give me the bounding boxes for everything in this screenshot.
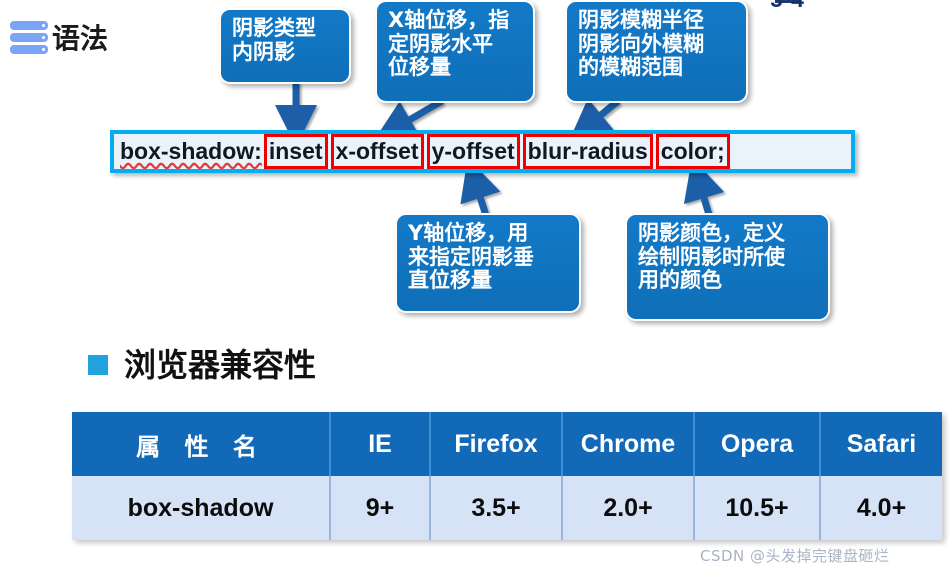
syntax-bar: box-shadow: inset x-offset y-offset blur… [110, 130, 855, 173]
token-color: color; [655, 134, 730, 169]
callout-x-offset: X轴位移，指 定阴影水平 位移量 [375, 0, 535, 103]
slide-canvas: 5 4 语法 阴影类型 内阴影 [0, 0, 950, 569]
compatibility-heading: 浏览器兼容性 [88, 349, 316, 381]
th-ie: IE [331, 412, 431, 476]
callout-blur-radius: 阴影模糊半径 阴影向外模糊 的模糊范围 [565, 0, 748, 103]
square-bullet-icon [88, 355, 108, 375]
table-row: box-shadow 9+ 3.5+ 2.0+ 10.5+ 4.0+ [72, 476, 942, 540]
table-header-row: 属 性 名 IE Firefox Chrome Opera Safari [72, 412, 942, 476]
cell-property: box-shadow [72, 476, 331, 540]
token-blur-radius: blur-radius [522, 134, 653, 169]
token-inset: inset [263, 134, 328, 169]
compatibility-heading-label: 浏览器兼容性 [124, 346, 317, 384]
watermark: CSDN @头发掉完键盘砸烂 [700, 547, 890, 565]
cell-ie: 9+ [331, 476, 431, 540]
cell-safari: 4.0+ [821, 476, 942, 540]
cell-chrome: 2.0+ [563, 476, 695, 540]
callout-color: 阴影颜色，定义 绘制阴影时所使 用的颜色 [625, 213, 830, 321]
compatibility-table: 属 性 名 IE Firefox Chrome Opera Safari box… [72, 412, 942, 540]
th-firefox: Firefox [431, 412, 563, 476]
th-property: 属 性 名 [72, 412, 331, 476]
token-y-offset: y-offset [426, 134, 520, 169]
cell-firefox: 3.5+ [431, 476, 563, 540]
token-property: box-shadow: [120, 138, 262, 164]
th-safari: Safari [821, 412, 942, 476]
callout-inset: 阴影类型 内阴影 [219, 8, 351, 84]
token-x-offset: x-offset [330, 134, 424, 169]
th-opera: Opera [695, 412, 821, 476]
callout-y-offset: Y轴位移，用 来指定阴影垂 直位移量 [395, 213, 581, 313]
th-chrome: Chrome [563, 412, 695, 476]
cell-opera: 10.5+ [695, 476, 821, 540]
